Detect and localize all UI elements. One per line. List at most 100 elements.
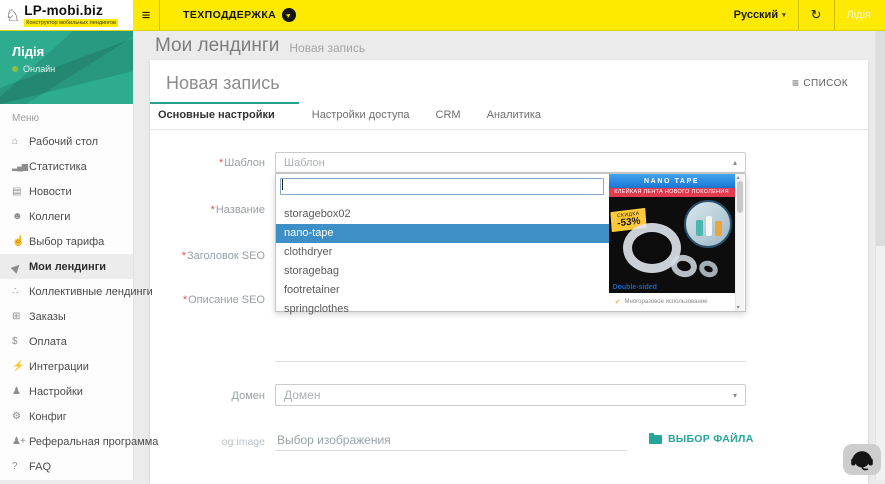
bar-chart-icon: ▂▄▆ <box>12 162 29 171</box>
sidebar-item-label: Коллективные лендинги <box>29 286 153 298</box>
plug-icon: ⚡ <box>12 361 29 372</box>
topbar-user-label: Лідія <box>847 9 871 21</box>
option-clothdryer[interactable]: clothdryer <box>276 243 609 262</box>
tab-analytics[interactable]: Аналитика <box>474 102 554 129</box>
topbar-user-menu[interactable]: Лідія <box>834 0 885 30</box>
sidebar-item-label: Выбор тарифа <box>29 236 104 248</box>
template-dropdown-panel: storagebox02 nano-tape clothdryer storag… <box>275 173 746 312</box>
template-field-label: *Шаблон <box>150 157 265 169</box>
sidebar-item-orders[interactable]: ⊞ Заказы <box>0 304 133 329</box>
domain-select[interactable]: Домен ▾ <box>275 384 746 406</box>
option-nano-tape[interactable]: nano-tape <box>276 224 609 243</box>
tab-label: Аналитика <box>487 109 541 121</box>
tech-support-label: ТЕХПОДДЕРЖКА <box>183 9 276 21</box>
template-preview-image: NANO TAPE КЛЕЙКАЯ ЛЕНТА НОВОГО ПОКОЛЕНИЯ… <box>609 174 735 311</box>
sidebar-item-statistics[interactable]: ▂▄▆ Статистика <box>0 154 133 179</box>
domain-field-label: Домен <box>150 390 265 402</box>
language-dropdown[interactable]: Русский ▾ <box>722 0 798 30</box>
tab-label: Основные настройки <box>158 109 275 121</box>
support-chat-widget[interactable] <box>843 444 881 475</box>
topbar: ♘ LP-mobi.biz Конструктор мобильных ленд… <box>0 0 885 31</box>
og-image-input[interactable] <box>275 430 627 451</box>
online-status-dot <box>12 66 18 72</box>
sidebar-item-collective-landings[interactable]: ∴ Коллективные лендинги <box>0 279 133 304</box>
sidebar-item-dashboard[interactable]: ⌂ Рабочий стол <box>0 129 133 154</box>
refresh-button[interactable]: ↻ <box>798 0 834 30</box>
scroll-down-icon[interactable]: ▾ <box>737 304 740 311</box>
sidebar-item-label: Мои лендинги <box>29 261 106 273</box>
tab-bar: Основные настройки Настройки доступа CRM… <box>150 102 868 130</box>
sidebar-toggle-button[interactable]: ≡ <box>133 0 160 30</box>
record-form: *Шаблон *Название *Заголовок SEO *Описан… <box>150 130 868 480</box>
sidebar-item-referral[interactable]: ♟+ Реферальная программа <box>0 429 133 454</box>
template-select[interactable]: Шаблон ▴ <box>275 152 746 173</box>
user-icon: ♟ <box>12 386 29 397</box>
template-select-placeholder: Шаблон <box>284 157 733 169</box>
breadcrumb: Новая запись <box>289 41 365 55</box>
tab-crm[interactable]: CRM <box>423 102 474 129</box>
sidebar: Лідія Онлайн Меню ⌂ Рабочий стол ▂▄▆ Ста… <box>0 31 134 480</box>
preview-scrollbar-thumb[interactable] <box>737 181 743 213</box>
hamburger-icon: ≡ <box>142 7 151 24</box>
page-scrollbar[interactable] <box>875 31 885 480</box>
sidebar-item-payment[interactable]: $ Оплата <box>0 329 133 354</box>
telegram-icon: ➤ <box>282 8 296 22</box>
tab-access-settings[interactable]: Настройки доступа <box>299 102 423 129</box>
newspaper-icon: ▤ <box>12 186 29 197</box>
domain-select-placeholder: Домен <box>284 388 733 402</box>
sidebar-item-colleagues[interactable]: ☻ Коллеги <box>0 204 133 229</box>
sidebar-item-settings[interactable]: ♟ Настройки <box>0 379 133 404</box>
hand-pointer-icon: ☝ <box>12 236 29 247</box>
sidebar-item-faq[interactable]: ? FAQ <box>0 454 133 479</box>
sidebar-item-news[interactable]: ▤ Новости <box>0 179 133 204</box>
check-icon: ✔ <box>615 298 621 306</box>
sidebar-item-tariff[interactable]: ☝ Выбор тарифа <box>0 229 133 254</box>
gears-icon: ⚙ <box>12 411 29 422</box>
sidebar-item-label: Реферальная программа <box>29 436 158 448</box>
sidebar-item-label: Конфиг <box>29 411 67 423</box>
text-caret <box>282 179 283 190</box>
sidebar-item-label: Рабочий стол <box>29 136 98 148</box>
page-scrollbar-thumb[interactable] <box>876 31 885 246</box>
app-logo[interactable]: ♘ LP-mobi.biz Конструктор мобильных ленд… <box>0 0 133 30</box>
question-icon: ? <box>12 461 29 472</box>
tab-main-settings[interactable]: Основные настройки <box>150 102 299 129</box>
option-storagebag[interactable]: storagebag <box>276 262 609 281</box>
sidebar-item-label: Заказы <box>29 311 66 323</box>
seo-title-field-label: *Заголовок SEO <box>150 250 265 262</box>
required-marker: * <box>219 157 223 169</box>
users-icon: ☻ <box>12 211 29 222</box>
og-image-field-label: og:image <box>150 436 265 448</box>
page-title: Мои лендинги <box>155 35 279 57</box>
chevron-down-icon: ▾ <box>782 11 786 19</box>
preview-feature-text: Многоразовое использование <box>624 299 707 305</box>
preview-scrollbar[interactable]: ▴ ▾ <box>735 174 744 311</box>
tech-support-button[interactable]: ТЕХПОДДЕРЖКА ➤ <box>183 0 296 30</box>
list-icon: ≡ <box>792 76 799 90</box>
scroll-up-icon[interactable]: ▴ <box>737 174 740 181</box>
choose-file-button[interactable]: ВЫБОР ФАЙЛА <box>649 433 754 445</box>
option-footretainer[interactable]: footretainer <box>276 281 609 300</box>
sidebar-item-config[interactable]: ⚙ Конфиг <box>0 404 133 429</box>
dollar-icon: $ <box>12 336 29 347</box>
cart-icon: ⊞ <box>12 311 29 322</box>
user-plus-icon: ♟+ <box>12 436 29 447</box>
tab-label: CRM <box>436 109 461 121</box>
option-springclothes[interactable]: springclothes <box>276 300 609 319</box>
sidebar-item-integrations[interactable]: ⚡ Интеграции <box>0 354 133 379</box>
option-storagebox02[interactable]: storagebox02 <box>276 205 609 224</box>
main-content: Мои лендинги Новая запись Новая запись ≡… <box>134 31 885 480</box>
folder-icon <box>649 435 662 444</box>
sidebar-item-label: Коллеги <box>29 211 70 223</box>
sidebar-item-my-landings[interactable]: ▶ Мои лендинги <box>0 254 133 279</box>
template-search-input[interactable] <box>280 178 604 195</box>
preview-subtitle: КЛЕЙКАЯ ЛЕНТА НОВОГО ПОКОЛЕНИЯ <box>609 188 735 197</box>
list-button[interactable]: ≡ СПИСОК <box>788 73 852 93</box>
required-marker: * <box>182 250 186 262</box>
template-options-list: storagebox02 nano-tape clothdryer storag… <box>276 205 609 319</box>
list-button-label: СПИСОК <box>803 78 848 89</box>
sidebar-item-label: Оплата <box>29 336 67 348</box>
chevron-up-icon: ▴ <box>733 158 737 167</box>
required-marker: * <box>183 294 187 306</box>
logo-dog-icon: ♘ <box>5 7 20 24</box>
